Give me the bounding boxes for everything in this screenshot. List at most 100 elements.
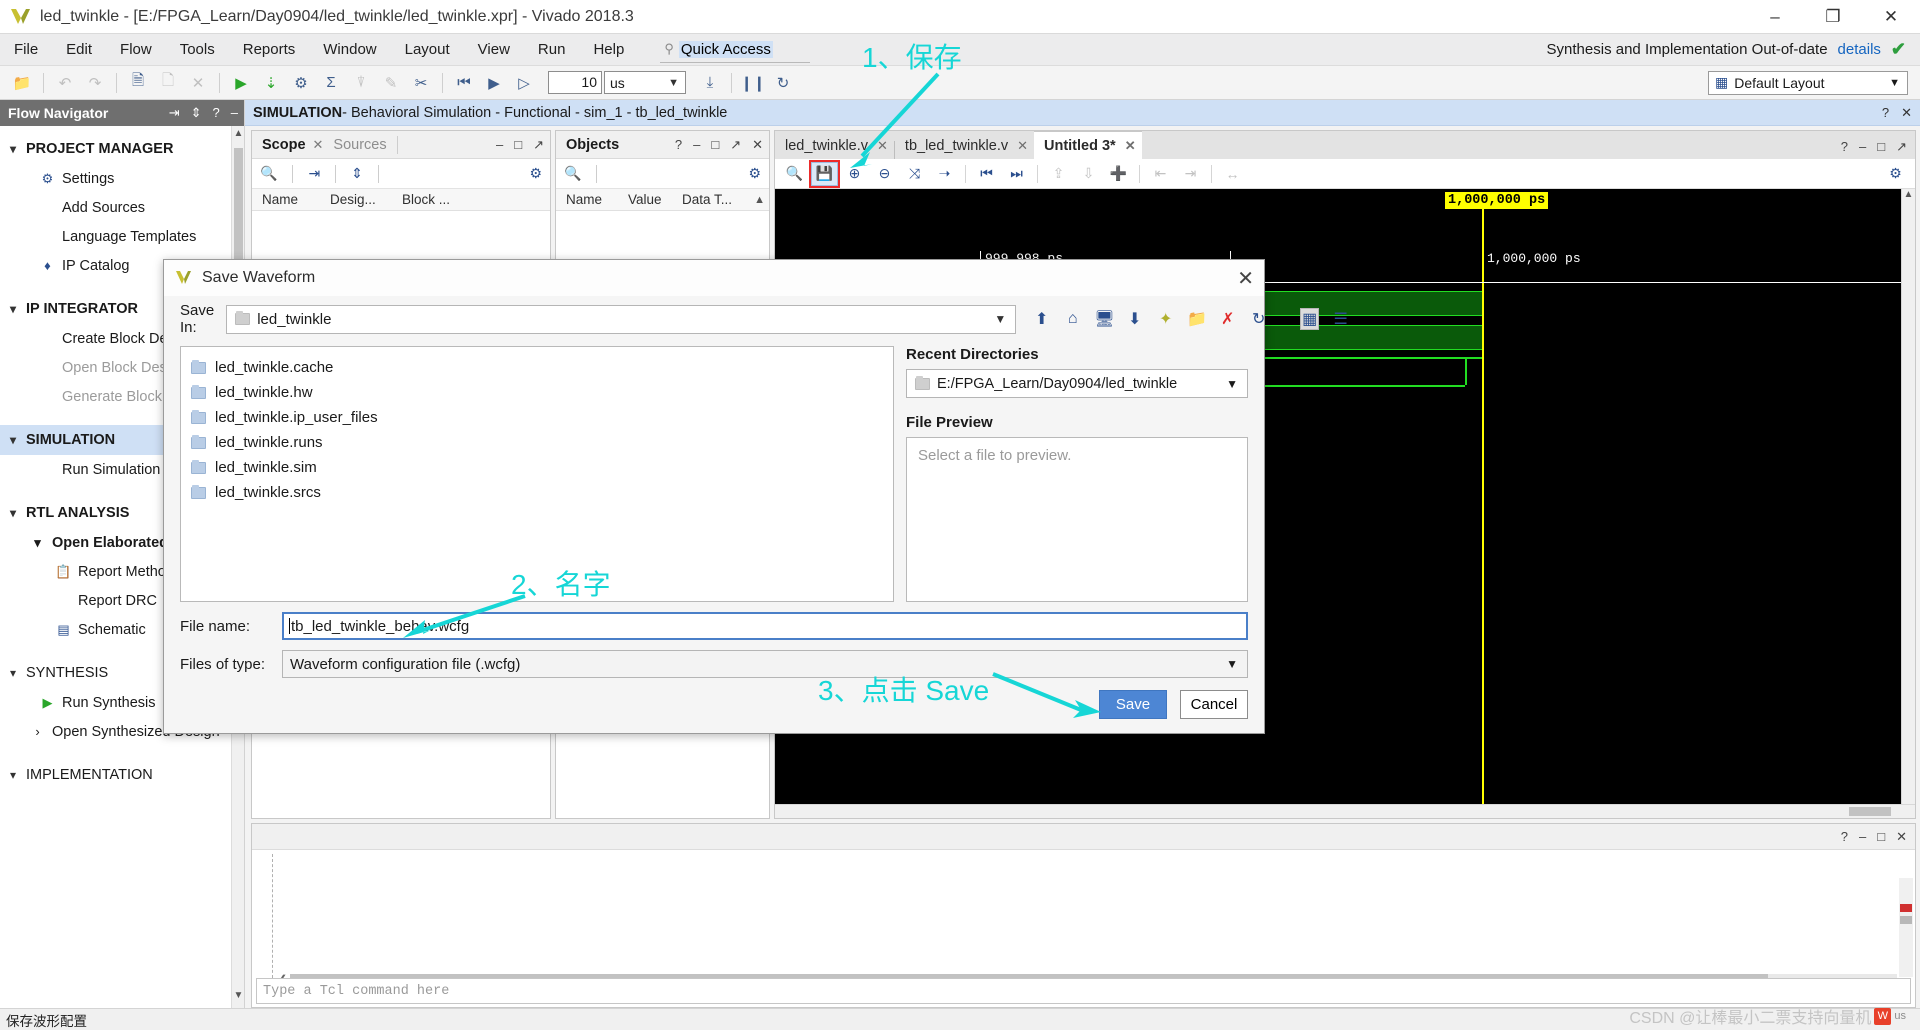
menu-window[interactable]: Window <box>309 34 390 66</box>
sum-icon[interactable]: Σ <box>317 69 345 97</box>
help-icon[interactable]: ? <box>213 105 220 121</box>
compile-icon[interactable]: ⇣ <box>257 69 285 97</box>
close-icon[interactable]: ✕ <box>1125 138 1136 154</box>
collapse-all-icon[interactable]: ⇥ <box>308 165 320 182</box>
relaunch-icon[interactable]: ↻ <box>769 69 797 97</box>
fn-group-implementation[interactable]: ▾ IMPLEMENTATION <box>0 760 244 790</box>
menu-run[interactable]: Run <box>524 34 580 66</box>
column-value[interactable]: Value <box>618 192 672 207</box>
goto-time-icon[interactable]: ➝ <box>931 162 958 186</box>
close-icon[interactable]: ✕ <box>1017 138 1028 154</box>
tab-objects[interactable]: Objects <box>562 137 623 153</box>
file-list-item[interactable]: led_twinkle.cache <box>181 355 893 380</box>
menu-edit[interactable]: Edit <box>52 34 106 66</box>
tab-scope[interactable]: Scope <box>258 137 310 153</box>
pause-icon[interactable]: ❙❙ <box>739 69 767 97</box>
add-marker-icon[interactable]: ➕ <box>1105 162 1132 186</box>
file-list-item[interactable]: led_twinkle.srcs <box>181 480 893 505</box>
vivado-icon[interactable]: ✦ <box>1156 309 1175 329</box>
up-folder-icon[interactable]: ⬆ <box>1032 309 1051 329</box>
column-name[interactable]: Name <box>556 192 618 207</box>
run-all-icon[interactable]: ▶ <box>480 69 508 97</box>
file-name-input[interactable]: tb_led_twinkle_behav.wcfg <box>282 612 1248 640</box>
list-view-icon[interactable]: ☰ <box>1331 309 1350 329</box>
gear-icon[interactable]: ⚙ <box>1882 162 1909 186</box>
help-icon[interactable]: ? <box>1841 829 1848 845</box>
search-icon[interactable]: 🔍 <box>781 162 808 186</box>
save-waveform-icon[interactable]: 💾 <box>809 159 840 188</box>
home-icon[interactable]: ⌂ <box>1063 310 1082 328</box>
paste-icon[interactable]: 🗋 <box>154 69 182 97</box>
float-icon[interactable]: ↗ <box>1896 139 1907 155</box>
waveform-horizontal-scrollbar[interactable] <box>775 804 1915 818</box>
console-scroll-region[interactable] <box>1899 878 1913 977</box>
collapse-all-icon[interactable]: ⇥ <box>169 105 180 121</box>
previous-marker-icon[interactable]: ⇤ <box>1147 162 1174 186</box>
measure-icon[interactable]: ↔ <box>1219 162 1246 186</box>
files-of-type-combobox[interactable]: Waveform configuration file (.wcfg) ▼ <box>282 650 1248 678</box>
gear-icon[interactable]: ⚙ <box>748 165 761 182</box>
next-marker-icon[interactable]: ⇥ <box>1177 162 1204 186</box>
maximize-icon[interactable]: □ <box>1877 829 1885 845</box>
fn-item-language-templates[interactable]: Language Templates <box>0 222 244 251</box>
waveform-vertical-scrollbar[interactable]: ▲ <box>1901 189 1915 804</box>
menu-file[interactable]: File <box>0 34 52 66</box>
column-datatype[interactable]: Data T... <box>672 192 734 207</box>
quick-access-search[interactable]: ⚲ Quick Access <box>660 37 811 63</box>
run-until-icon[interactable]: ⤓ <box>696 69 724 97</box>
close-button[interactable]: ✕ <box>1862 0 1920 34</box>
delete-icon[interactable]: ✕ <box>184 69 212 97</box>
previous-transition-icon[interactable]: ⏮ <box>973 162 1000 186</box>
add-group-icon[interactable]: ⇩ <box>1075 162 1102 186</box>
zoom-in-icon[interactable]: ⊕ <box>841 162 868 186</box>
tab-sources[interactable]: Sources <box>329 137 390 153</box>
scroll-up-arrow-icon[interactable]: ▲ <box>232 128 245 144</box>
expand-all-icon[interactable]: ⇕ <box>351 165 363 182</box>
delete-icon[interactable]: ✗ <box>1218 309 1237 329</box>
menu-help[interactable]: Help <box>579 34 638 66</box>
fn-item-settings[interactable]: ⚙ Settings <box>0 164 244 193</box>
gear-icon[interactable]: ⚙ <box>529 165 542 182</box>
menu-tools[interactable]: Tools <box>166 34 229 66</box>
scrollbar-thumb[interactable] <box>1849 807 1891 816</box>
tcl-command-input[interactable]: Type a Tcl command here <box>256 978 1911 1004</box>
help-icon[interactable]: ? <box>675 137 682 153</box>
fn-group-project-manager[interactable]: ▾ PROJECT MANAGER <box>0 134 244 164</box>
desktop-icon[interactable]: 🖥 <box>1094 309 1114 329</box>
run-for-icon[interactable]: ▷ <box>510 69 538 97</box>
file-list-item[interactable]: led_twinkle.sim <box>181 455 893 480</box>
menu-flow[interactable]: Flow <box>106 34 166 66</box>
column-block[interactable]: Block ... <box>392 192 472 207</box>
fn-item-add-sources[interactable]: Add Sources <box>0 193 244 222</box>
maximize-icon[interactable]: □ <box>514 137 522 153</box>
close-icon[interactable]: ✕ <box>1896 829 1907 845</box>
float-icon[interactable]: ↗ <box>533 137 544 153</box>
expand-icon[interactable]: ⇕ <box>191 105 202 121</box>
simulation-time-unit-select[interactable]: us ▼ <box>604 71 686 94</box>
cut-icon[interactable]: ✂ <box>407 69 435 97</box>
recent-directories-combobox[interactable]: E:/FPGA_Learn/Day0904/led_twinkle ▼ <box>906 369 1248 398</box>
scroll-up-arrow-icon[interactable]: ▲ <box>744 194 769 206</box>
close-icon[interactable]: ✕ <box>877 138 888 154</box>
copy-icon[interactable]: 🗎 <box>124 69 152 97</box>
restart-simulation-icon[interactable]: ⏮ <box>450 69 478 97</box>
search-icon[interactable]: 🔍 <box>564 165 581 182</box>
scrollbar-thumb[interactable] <box>234 148 243 268</box>
refresh-icon[interactable]: ↻ <box>1249 309 1268 329</box>
minimize-icon[interactable]: – <box>231 105 238 121</box>
open-project-icon[interactable]: 📁 <box>8 69 36 97</box>
minimize-icon[interactable]: – <box>693 137 700 153</box>
minimize-icon[interactable]: – <box>1859 829 1866 845</box>
menu-reports[interactable]: Reports <box>229 34 310 66</box>
zoom-out-icon[interactable]: ⊖ <box>871 162 898 186</box>
column-name[interactable]: Name <box>252 192 320 207</box>
close-icon[interactable]: ✕ <box>752 137 763 153</box>
download-icon[interactable]: ⬇ <box>1125 309 1144 329</box>
maximize-icon[interactable]: □ <box>1877 139 1885 155</box>
menu-layout[interactable]: Layout <box>391 34 464 66</box>
float-icon[interactable]: ↗ <box>730 137 741 153</box>
file-list-item[interactable]: led_twinkle.ip_user_files <box>181 405 893 430</box>
settings-icon[interactable]: ⚙ <box>287 69 315 97</box>
waveform-cursor-line[interactable] <box>1482 207 1484 804</box>
column-design[interactable]: Desig... <box>320 192 392 207</box>
